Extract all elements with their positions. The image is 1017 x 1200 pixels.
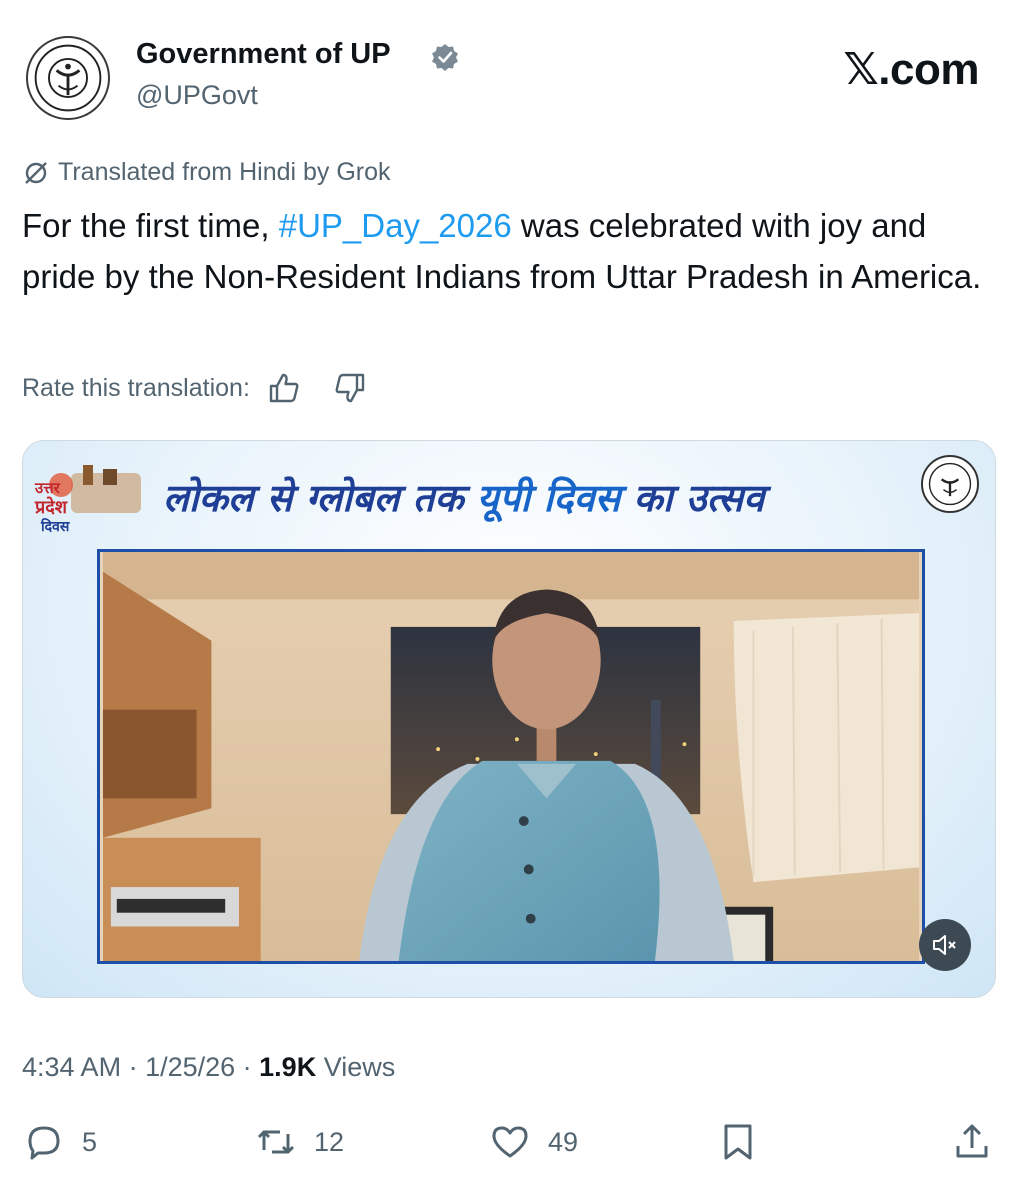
rate-translation: Rate this translation: — [22, 370, 368, 406]
tweet-time[interactable]: 4:34 AM — [22, 1052, 121, 1082]
x-logo: 𝕏.com — [843, 45, 979, 94]
banner-text-2: यूपी दिवस — [476, 476, 621, 520]
video-media-card[interactable]: उत्तर प्रदेश दिवस लोकल से ग्लोबल तक यूपी… — [22, 440, 996, 998]
like-button[interactable]: 49 — [488, 1120, 578, 1164]
translation-notice-text: Translated from Hindi by Grok — [58, 158, 391, 186]
tweet-meta: 4:34 AM · 1/25/26 · 1.9K Views — [22, 1052, 395, 1083]
tweet-date[interactable]: 1/25/26 — [145, 1052, 235, 1082]
svg-text:दिवस: दिवस — [40, 518, 70, 535]
up-emblem-icon — [34, 44, 102, 112]
reply-count: 5 — [82, 1126, 98, 1157]
speaker-muted-icon — [933, 935, 956, 955]
meta-separator: · — [121, 1052, 146, 1082]
views-count: 1.9K — [259, 1052, 317, 1082]
up-diwas-logo: उत्तर प्रदेश दिवस — [34, 465, 141, 535]
thumbs-up-icon[interactable] — [266, 370, 302, 406]
hashtag-link[interactable]: #UP_Day_2026 — [279, 207, 512, 244]
up-emblem-small-icon — [928, 462, 972, 506]
reply-button[interactable]: 5 — [22, 1120, 97, 1164]
svg-text:प्रदेश: प्रदेश — [34, 496, 68, 518]
up-govt-emblem — [921, 455, 979, 513]
banner-text-3: का उत्सव — [620, 476, 765, 520]
verified-badge-icon — [432, 44, 458, 71]
bookmark-icon — [724, 1124, 752, 1160]
repost-icon — [257, 1130, 295, 1154]
views-label: Views — [316, 1052, 396, 1082]
video-banner-title: लोकल से ग्लोबल तक यूपी दिवस का उत्सव — [163, 471, 764, 523]
translation-notice: Translated from Hindi by Grok — [22, 158, 391, 187]
video-still — [102, 552, 920, 961]
thumbs-down-icon[interactable] — [332, 370, 368, 406]
tweet-text-start: For the first time, — [22, 207, 279, 244]
video-frame[interactable] — [97, 549, 925, 964]
tweet-text: For the first time, #UP_Day_2026 was cel… — [22, 200, 997, 302]
rate-translation-label: Rate this translation: — [22, 373, 250, 402]
repost-button[interactable]: 12 — [254, 1120, 344, 1164]
reply-icon — [28, 1126, 60, 1160]
grok-icon — [25, 161, 47, 184]
mute-button[interactable] — [919, 919, 971, 971]
action-bar: 5 12 49 — [0, 1120, 1017, 1176]
repost-count: 12 — [314, 1126, 345, 1157]
author-display-name[interactable]: Government of UP — [136, 38, 391, 71]
like-count: 49 — [548, 1126, 579, 1157]
meta-separator: · — [235, 1052, 260, 1082]
tweet-header: Government of UP @UPGovt 𝕏.com — [0, 0, 1017, 140]
heart-icon — [492, 1126, 528, 1158]
author-handle[interactable]: @UPGovt — [136, 80, 258, 111]
bookmark-button[interactable] — [716, 1120, 776, 1164]
svg-text:उत्तर: उत्तर — [34, 479, 61, 497]
share-button[interactable] — [950, 1120, 1010, 1164]
author-avatar[interactable] — [26, 36, 110, 120]
share-icon — [956, 1124, 988, 1158]
banner-text-1: लोकल से ग्लोबल तक — [163, 476, 477, 520]
